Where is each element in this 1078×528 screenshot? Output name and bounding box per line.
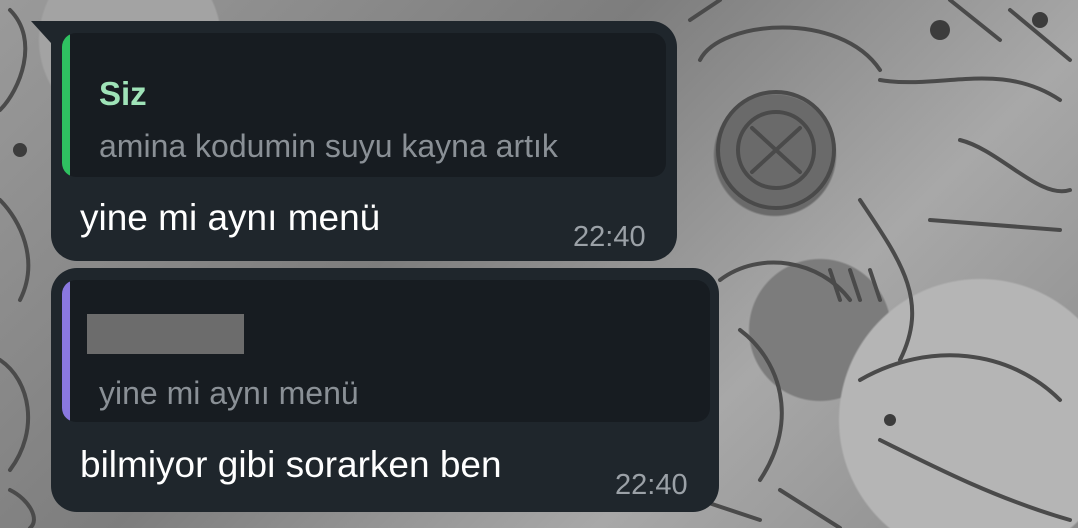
reply-quote-bar — [62, 33, 70, 177]
message-time: 22:40 — [573, 221, 646, 253]
reply-text: yine mi aynı menü — [99, 375, 359, 411]
bubble-tail — [31, 21, 51, 43]
reply-quote-bar — [62, 280, 70, 422]
message-bubble[interactable]: yine mi aynı menü bilmiyor gibi sorarken… — [51, 268, 719, 512]
message-text: bilmiyor gibi sorarken ben — [80, 444, 502, 485]
reply-quote[interactable]: yine mi aynı menü — [62, 280, 710, 422]
message-time: 22:40 — [615, 469, 688, 501]
reply-text: amina kodumin suyu kayna artık — [99, 128, 558, 164]
reply-quote[interactable]: Siz amina kodumin suyu kayna artık — [62, 33, 666, 177]
reply-author: Siz — [99, 75, 147, 112]
message-text: yine mi aynı menü — [80, 197, 381, 238]
message-bubble[interactable]: Siz amina kodumin suyu kayna artık yine … — [31, 21, 677, 261]
redacted-author-name — [87, 314, 244, 354]
